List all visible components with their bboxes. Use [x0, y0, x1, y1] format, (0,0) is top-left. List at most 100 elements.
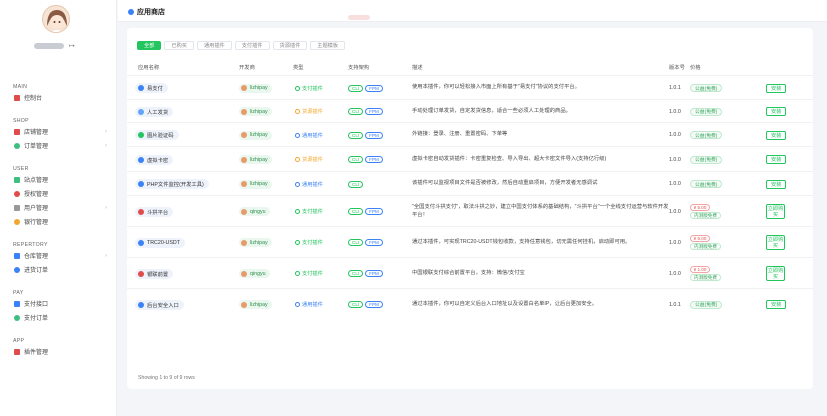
sidebar-item-globe[interactable]: 站点管理: [13, 175, 109, 184]
description-cell: 虚拟卡密自动发货插件：卡密重复检查、导入导出、超大卡密文件导入(支持亿行级): [412, 147, 670, 172]
nav-section-label: USER: [13, 166, 29, 172]
framework-tags: CLI FPM: [348, 301, 383, 308]
sidebar-item-purchase[interactable]: 进货订单: [13, 265, 109, 274]
plugin-description: 通过本插件，可实现TRC20-USDT钱包收款，支持任意钱包，切无需任何挂机，启…: [412, 238, 631, 245]
install-button[interactable]: 安装: [766, 83, 787, 93]
developer-pill[interactable]: lizhipay: [239, 107, 272, 116]
plugin-version: 1.0.0: [669, 156, 681, 163]
plugin-name: 易支付: [147, 86, 163, 92]
developer-avatar: [241, 132, 247, 138]
framework-tag: CLI: [348, 180, 364, 188]
shop-icon: [13, 128, 20, 135]
price-tag: ¥ 5.00: [690, 235, 710, 242]
plugin-version: 1.0.0: [669, 181, 681, 187]
developer-pill[interactable]: lizhipay: [239, 155, 272, 164]
plugin-name-pill[interactable]: 后台安全入口: [135, 299, 184, 310]
version-cell: 1.0.0: [669, 258, 681, 289]
tab-0[interactable]: 全部: [137, 41, 162, 50]
description-cell: 通过本插件，你可以自定义后台入口地址以及设置白名单IP，让后台更加安全。: [412, 289, 670, 320]
home-icon: [13, 94, 20, 101]
tab-4[interactable]: 货源插件: [272, 41, 308, 50]
framework-tag: CLI: [348, 301, 364, 308]
plugin-name-pill[interactable]: 银联前置: [135, 268, 174, 279]
buy-button[interactable]: 立即购买: [766, 204, 785, 219]
sidebar-item-pay-api[interactable]: 支付接口: [13, 299, 109, 308]
logout-icon[interactable]: ↦: [69, 43, 75, 50]
developer-name: lizhipay: [250, 85, 268, 91]
plugin-icon: [138, 239, 144, 246]
username-placeholder[interactable]: [34, 43, 64, 49]
framework-tags: CLI: [348, 180, 364, 188]
plugin-name-pill[interactable]: 易支付: [135, 83, 168, 93]
install-button[interactable]: 安装: [766, 155, 787, 164]
install-button[interactable]: 安装: [766, 300, 787, 309]
developer-pill[interactable]: qingyu: [239, 207, 270, 216]
column-header: 应用名称: [138, 65, 160, 71]
plugin-name-pill[interactable]: 虚拟卡密: [135, 154, 174, 165]
plugin-name-pill[interactable]: 人工发货: [135, 106, 174, 117]
developer-pill[interactable]: lizhipay: [239, 238, 272, 247]
developer-pill[interactable]: lizhipay: [239, 130, 272, 140]
framework-tags: CLI FPM: [348, 270, 383, 277]
plugin-type: 支付插件: [302, 271, 323, 277]
action-cell: 安装: [766, 289, 787, 320]
column-header: 支持架构: [348, 65, 370, 71]
plugin-name-cell: 后台安全入口: [135, 289, 184, 320]
sidebar-item-pay-order[interactable]: 支付订单: [13, 313, 109, 322]
sidebar-item-label: 订单管理: [24, 144, 49, 150]
buy-button[interactable]: 立即购买: [766, 266, 785, 281]
price-cell: ¥ 5.00 内测版免费: [690, 227, 721, 258]
bank-icon: [13, 218, 20, 225]
order-icon: [13, 142, 20, 149]
plugin-name-pill[interactable]: TRC20-USDT: [135, 237, 185, 248]
table-row: TRC20-USDT lizhipay 支付插件 CLI FPM 通过本插件，可实现TRC…: [127, 226, 813, 257]
type-icon: [295, 85, 300, 91]
install-button[interactable]: 安装: [766, 107, 787, 116]
sidebar-item-order[interactable]: 订单管理 ›: [13, 141, 109, 150]
price-free-badge: 公益(免费): [690, 180, 723, 188]
version-cell: 1.0.0: [669, 123, 681, 147]
developer-avatar: [241, 270, 247, 277]
framework-tag: CLI: [348, 84, 364, 92]
price-cell: 公益(免费): [690, 100, 723, 123]
developer-pill[interactable]: lizhipay: [239, 179, 272, 189]
sidebar-item-users[interactable]: 用户管理 ›: [13, 203, 109, 212]
sidebar-item-auth[interactable]: 授权管理: [13, 189, 109, 198]
version-cell: 1.0.0: [669, 172, 681, 196]
table-row: 后台安全入口 lizhipay 通用插件 CLI FPM 通过本插件，你可以自定义后台入口…: [127, 288, 813, 319]
install-button[interactable]: 安装: [766, 130, 787, 140]
tab-3[interactable]: 支付插件: [234, 41, 270, 50]
sidebar-item-shop[interactable]: 店铺管理 ›: [13, 127, 109, 136]
install-button[interactable]: 安装: [766, 179, 787, 189]
description-cell: 通过本插件，可实现TRC20-USDT钱包收款，支持任意钱包，切无需任何挂机，启…: [412, 227, 670, 258]
nav-section-label: APP: [13, 338, 25, 344]
tab-2[interactable]: 通用插件: [196, 41, 232, 50]
plugin-type-tag: 支付插件: [295, 85, 323, 92]
tab-1[interactable]: 已购买: [164, 41, 194, 50]
avatar[interactable]: [42, 5, 70, 33]
developer-avatar: [241, 85, 247, 91]
action-cell: 立即购买: [766, 258, 785, 289]
plugin-type: 通用插件: [302, 132, 323, 139]
developer-pill[interactable]: lizhipay: [239, 300, 272, 309]
tab-5[interactable]: 主题模板: [310, 41, 346, 50]
sidebar-item-home[interactable]: 控制台: [13, 93, 109, 102]
table-row: 虚拟卡密 lizhipay 货源插件 CLI FPM 虚拟卡密自动发货插件：卡密重复检查、…: [127, 146, 813, 171]
developer-pill[interactable]: qingyu: [239, 269, 270, 278]
buy-button[interactable]: 立即购买: [766, 235, 785, 250]
plugin-name-pill[interactable]: 图片验证码: [135, 130, 179, 140]
purchase-icon: [13, 266, 20, 273]
version-cell: 1.0.1: [669, 289, 681, 320]
plugin-name-pill[interactable]: 斗拱平台: [135, 206, 174, 217]
plugin-name-pill[interactable]: PHP文件监控(开发工具): [135, 179, 209, 189]
plugin-version: 1.0.1: [669, 301, 681, 308]
sidebar-item-warehouse[interactable]: 仓库管理 ›: [13, 251, 109, 260]
version-cell: 1.0.0: [669, 147, 681, 172]
table-row: 斗拱平台 qingyu 支付插件 CLI FPM "全国支付斗拱支付"，取法斗拱之妙，建立…: [127, 195, 813, 226]
plugin-name-cell: 斗拱平台: [135, 196, 174, 227]
sidebar-item-plugin[interactable]: 插件管理: [13, 347, 109, 356]
sidebar-item-bank[interactable]: 银行管理: [13, 217, 109, 226]
developer-name: lizhipay: [250, 132, 268, 138]
developer-pill[interactable]: lizhipay: [239, 83, 272, 93]
plugin-type: 货源插件: [302, 109, 323, 115]
